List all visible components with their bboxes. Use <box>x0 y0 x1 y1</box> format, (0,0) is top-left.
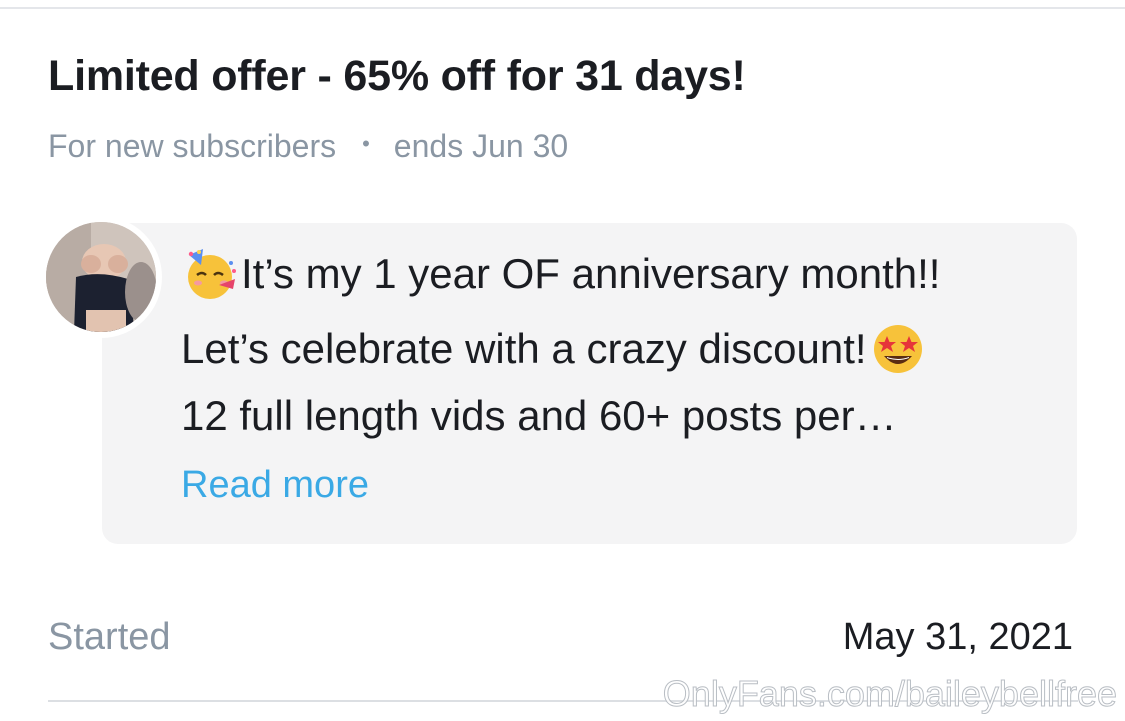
watermark-text: OnlyFans.com/baileybellfree <box>662 673 1117 715</box>
partying-face-icon <box>181 245 239 303</box>
offer-end-date: ends Jun 30 <box>393 128 569 164</box>
offer-subtitle: For new subscribers • ends Jun 30 <box>48 128 568 165</box>
offer-audience: For new subscribers <box>48 128 337 164</box>
started-date: May 31, 2021 <box>842 616 1073 658</box>
message-text-line-3: 12 full length vids and 60+ posts per… <box>181 392 897 439</box>
avatar[interactable] <box>46 222 156 332</box>
message-text-line-1: It’s my 1 year OF anniversary month!! <box>241 250 941 297</box>
separator-dot: • <box>362 130 370 156</box>
message-line-1: It’s my 1 year OF anniversary month!! <box>181 245 940 303</box>
message-line-2: Let’s celebrate with a crazy discount! <box>181 320 929 378</box>
offer-title: Limited offer - 65% off for 31 days! <box>48 52 746 100</box>
started-label: Started <box>48 616 171 658</box>
message-line-3: 12 full length vids and 60+ posts per… <box>181 392 897 440</box>
avatar-image <box>46 222 156 332</box>
top-divider <box>0 7 1125 9</box>
star-struck-icon <box>869 320 927 378</box>
message-text-line-2: Let’s celebrate with a crazy discount! <box>181 325 867 372</box>
read-more-link[interactable]: Read more <box>181 464 369 507</box>
